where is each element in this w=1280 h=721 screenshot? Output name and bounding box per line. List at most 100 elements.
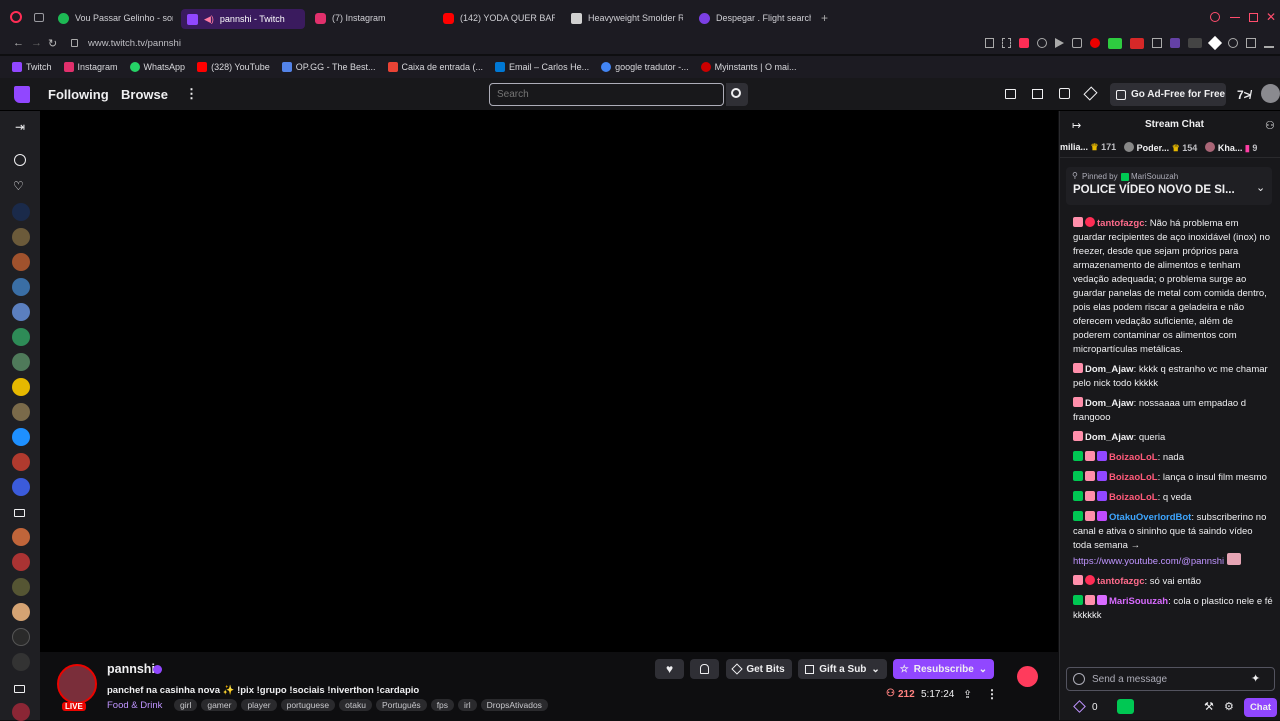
leaderboard-entry[interactable]: milia... ♛ 171 <box>1060 142 1116 153</box>
extension-diamond-icon[interactable] <box>1207 35 1223 51</box>
tag[interactable]: otaku <box>339 699 372 711</box>
channel-avatar[interactable] <box>12 353 30 371</box>
inbox-icon[interactable] <box>1032 89 1043 99</box>
recommended-icon[interactable] <box>14 154 26 166</box>
avatar[interactable] <box>1261 84 1280 103</box>
maximize-icon[interactable] <box>1249 13 1258 22</box>
channel-avatar[interactable] <box>12 403 30 421</box>
forward-icon[interactable]: → <box>31 37 42 49</box>
follow-heart-button[interactable]: ♥ <box>655 659 684 679</box>
tag[interactable]: Português <box>375 699 427 711</box>
tab-youtube[interactable]: (142) YODA QUER BARRA <box>443 8 555 28</box>
channel-avatar[interactable] <box>12 378 30 396</box>
extension-puzzle-icon[interactable] <box>1228 38 1238 48</box>
emote-picker-icon[interactable]: ✦ <box>1251 672 1260 685</box>
channel-avatar[interactable] <box>12 328 30 346</box>
extension-green-icon[interactable] <box>1108 38 1122 49</box>
tag[interactable]: fps <box>430 699 455 711</box>
mod-tools-icon[interactable]: ⚒ <box>1204 700 1214 713</box>
tab-overview-icon[interactable] <box>34 13 44 22</box>
chat-message[interactable]: Dom_Ajaw: queria <box>1060 431 1280 445</box>
channel-avatar[interactable] <box>12 278 30 296</box>
get-bits-button[interactable]: Get Bits <box>726 659 792 679</box>
bookmark-item[interactable]: WhatsApp <box>129 62 185 72</box>
heart-icon[interactable]: ♡ <box>13 179 24 193</box>
opera-logo-icon[interactable] <box>10 11 22 23</box>
download-icon[interactable] <box>1264 38 1274 48</box>
chat-message[interactable]: tantofazgc: Não há problema em guardar r… <box>1060 217 1280 357</box>
leaderboard-entry[interactable]: Kha... ▮ 9 <box>1205 141 1257 154</box>
search-tabs-icon[interactable] <box>1210 12 1220 22</box>
extension-twitch-icon[interactable] <box>1170 38 1180 48</box>
streamer-avatar[interactable] <box>57 664 97 704</box>
chat-message[interactable]: MariSouuzah: cola o plastico nele e fé k… <box>1060 595 1280 623</box>
bookmark-item[interactable]: Email – Carlos He... <box>495 62 589 72</box>
chat-send-button[interactable]: Chat <box>1244 698 1277 717</box>
chat-message[interactable]: BoizaoLoL: q veda <box>1060 491 1280 505</box>
tag[interactable]: irl <box>458 699 477 711</box>
play-icon[interactable] <box>1055 38 1064 48</box>
channel-avatar[interactable] <box>12 578 30 596</box>
tab-twitch[interactable]: ◀) pannshi - Twitch <box>181 9 305 29</box>
bookmark-item[interactable]: OP.GG - The Best... <box>281 62 376 72</box>
channel-avatar[interactable] <box>12 253 30 271</box>
leaderboard-entry[interactable]: Poder... ♛ 154 <box>1124 141 1197 154</box>
bookmark-item[interactable]: Instagram <box>63 62 118 72</box>
new-tab-plus-icon[interactable]: + <box>821 11 828 25</box>
tag[interactable]: portuguese <box>280 699 336 711</box>
channel-name[interactable]: pannshi <box>107 662 155 676</box>
more-options-icon[interactable]: ⋮ <box>986 687 998 701</box>
chat-input[interactable]: Send a message ✦ <box>1066 667 1275 691</box>
tag[interactable]: player <box>241 699 277 711</box>
channel-avatar[interactable] <box>12 553 30 571</box>
gift-sub-button[interactable]: Gift a Sub ⌄ <box>798 659 887 679</box>
back-icon[interactable]: ← <box>13 37 24 49</box>
channel-avatar[interactable] <box>12 203 30 221</box>
identity-icon[interactable] <box>1073 673 1085 685</box>
chat-link[interactable]: https://www.youtube.com/@pannshi <box>1073 556 1224 567</box>
extension-screen-icon[interactable] <box>1152 38 1162 48</box>
following-link[interactable]: Following <box>48 87 109 102</box>
url-text[interactable]: www.twitch.tv/pannshi <box>88 38 181 49</box>
video-icon[interactable] <box>14 685 25 693</box>
bits-icon[interactable] <box>1083 86 1098 101</box>
more-menu-icon[interactable]: ⋮ <box>185 86 198 102</box>
search-button[interactable] <box>726 83 748 106</box>
bookmark-item[interactable]: Myinstants | O mai... <box>700 62 796 72</box>
twitch-logo-icon[interactable] <box>14 86 30 103</box>
resubscribe-button[interactable]: ☆ Resubscribe ⌄ <box>893 659 994 679</box>
tab-despegar[interactable]: Despegar . Flight search <box>699 8 811 28</box>
bookmark-icon[interactable] <box>985 38 994 48</box>
expand-sidebar-icon[interactable]: ⇥ <box>15 120 25 134</box>
chat-message[interactable]: OtakuOverlordBot: subscriberino no canal… <box>1060 511 1280 569</box>
hype-heart-icon[interactable] <box>1017 666 1038 687</box>
whispers-icon[interactable] <box>1059 88 1070 99</box>
extension-icon[interactable] <box>1072 38 1082 48</box>
chat-message[interactable]: Dom_Ajaw: kkkk q estranho vc me chamar p… <box>1060 363 1280 391</box>
channel-avatar[interactable] <box>12 478 30 496</box>
channel-avatar[interactable] <box>12 703 30 721</box>
chat-message[interactable]: BoizaoLoL: nada <box>1060 451 1280 465</box>
extension-badge-icon[interactable] <box>1188 38 1202 48</box>
channel-points-icon[interactable] <box>1073 700 1086 713</box>
extension-icon[interactable]: 7≯ <box>1237 88 1251 102</box>
bookmark-item[interactable]: google tradutor -... <box>601 62 689 72</box>
channel-avatar[interactable] <box>12 528 30 546</box>
settings-gear-icon[interactable]: ⚙ <box>1224 700 1234 713</box>
community-icon[interactable]: ⚇ <box>1265 119 1275 132</box>
tab-instagram[interactable]: (7) Instagram <box>315 8 430 28</box>
category-link[interactable]: Food & Drink <box>107 700 162 711</box>
snapshot-icon[interactable] <box>1002 38 1011 48</box>
bookmark-item[interactable]: (328) YouTube <box>197 62 270 72</box>
reload-icon[interactable]: ↻ <box>48 37 57 50</box>
pinned-message[interactable]: ⚲ Pinned by MariSouuzah POLICE VÍDEO NOV… <box>1066 167 1272 205</box>
channel-avatar[interactable] <box>12 628 30 646</box>
channel-avatar[interactable] <box>12 453 30 471</box>
share-icon[interactable]: ⇪ <box>963 688 972 701</box>
bookmark-item[interactable]: Caixa de entrada (... <box>387 62 483 72</box>
tag[interactable]: DropsAtivados <box>480 699 548 711</box>
close-window-icon[interactable]: ✕ <box>1266 10 1276 24</box>
tab-spotify[interactable]: Vou Passar Gelinho - son <box>58 8 173 28</box>
account-icon[interactable] <box>1246 38 1256 48</box>
channel-avatar[interactable] <box>12 428 30 446</box>
